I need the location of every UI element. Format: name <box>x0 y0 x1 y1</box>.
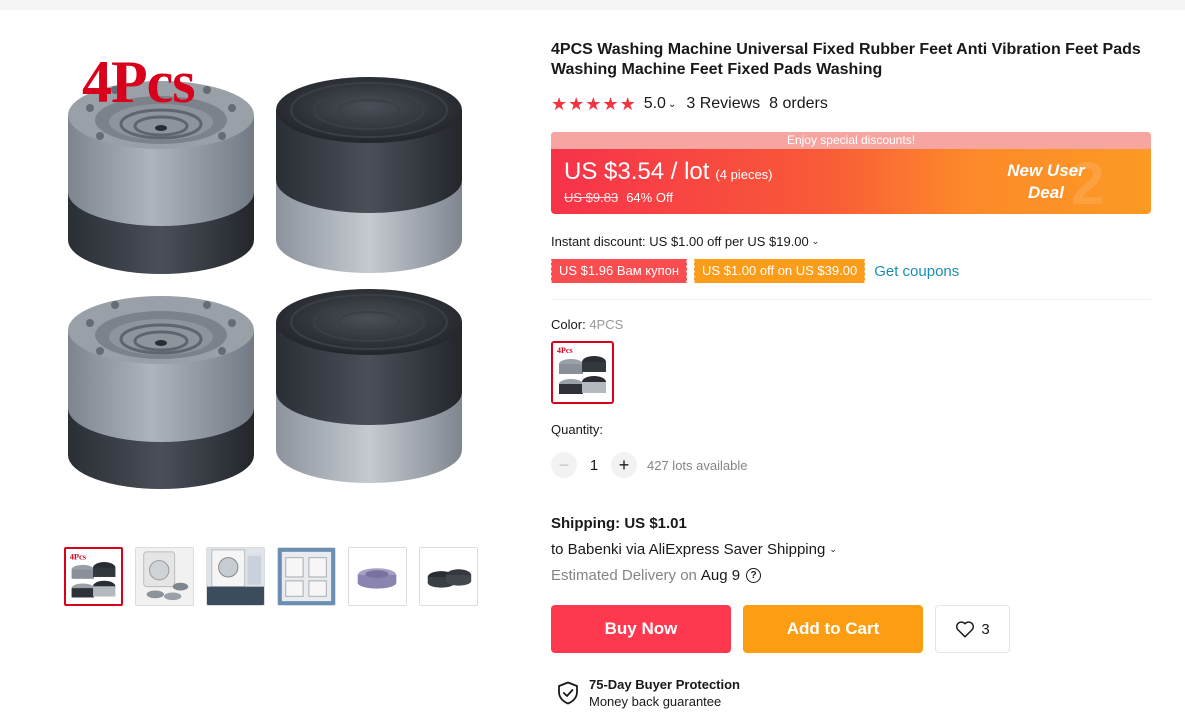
coupon-orange[interactable]: US $1.00 off on US $39.00 <box>693 259 866 283</box>
star-icon: ★ <box>551 94 568 114</box>
product-info: 4PCS Washing Machine Universal Fixed Rub… <box>549 40 1151 710</box>
coupon-row: US $1.96 Вам купон US $1.00 off on US $3… <box>549 259 1151 283</box>
divider <box>551 299 1151 300</box>
star-icon: ★ <box>585 94 602 114</box>
rating-row: ★ ★ ★ ★ ★ 5.0 ⌄ 3 Reviews 8 orders <box>551 92 1151 116</box>
purchase-actions: Buy Now Add to Cart 3 <box>551 605 1151 653</box>
rating-value[interactable]: 5.0 <box>644 95 666 113</box>
current-price: US $3.54 / lot (4 pieces) <box>564 158 773 186</box>
quantity-label: Quantity: <box>551 422 604 437</box>
lots-available: 427 lots available <box>647 457 748 473</box>
chevron-down-icon[interactable]: ⌄ <box>668 99 676 110</box>
color-swatch-4pcs[interactable]: 4Pcs <box>551 341 614 404</box>
shipping-destination[interactable]: to Babenki via AliExpress Saver Shipping… <box>551 541 1151 558</box>
original-price: US $9.83 <box>564 190 619 205</box>
shield-check-icon <box>558 681 578 705</box>
chevron-down-icon[interactable]: ⌄ <box>829 544 837 555</box>
wishlist-button[interactable]: 3 <box>935 605 1010 653</box>
thumbnail-2[interactable] <box>135 547 194 606</box>
new-user-deal-badge: New User Deal <box>991 160 1101 204</box>
svg-text:4Pcs: 4Pcs <box>70 552 87 561</box>
thumbnail-3[interactable] <box>206 547 265 606</box>
help-icon[interactable]: ? <box>746 568 762 583</box>
delivery-date: Aug 9 <box>700 567 741 584</box>
brand-overlay-text: 4Pcs <box>82 49 196 115</box>
discount-percent: 64% Off <box>626 190 673 205</box>
main-product-image[interactable]: 4Pcs <box>60 40 480 500</box>
price-amount: US $3.54 / lot <box>564 158 710 185</box>
orders-count: 8 orders <box>769 95 828 112</box>
protection-subtitle: Money back guarantee <box>589 694 722 709</box>
star-icon: ★ <box>568 94 585 114</box>
get-coupons-link[interactable]: Get coupons <box>874 263 959 280</box>
estimated-delivery: Estimated Delivery on Aug 9 ? <box>551 567 1151 584</box>
protection-title: 75-Day Buyer Protection <box>589 677 740 692</box>
wishlist-count: 3 <box>981 620 990 638</box>
thumbnail-4[interactable] <box>277 547 336 606</box>
promo-strip: Enjoy special discounts! <box>551 132 1151 149</box>
top-bar <box>0 0 1185 10</box>
reviews-link[interactable]: 3 Reviews <box>686 95 760 113</box>
deal-line-2: Deal <box>1028 183 1064 202</box>
quantity-increase-button[interactable]: + <box>611 452 637 478</box>
price-discount-row: US $9.83 64% Off <box>564 190 673 205</box>
foot-dark-top-2 <box>276 289 462 483</box>
chevron-down-icon[interactable]: ⌄ <box>812 236 820 247</box>
svg-text:4Pcs: 4Pcs <box>557 346 573 355</box>
deal-line-1: New User <box>1007 161 1085 180</box>
foot-gray-top-2 <box>68 296 254 489</box>
star-icon: ★ <box>602 94 619 114</box>
coupon-red[interactable]: US $1.96 Вам купон <box>549 259 688 283</box>
thumbnail-5[interactable] <box>348 547 407 606</box>
add-to-cart-button[interactable]: Add to Cart <box>743 605 923 653</box>
quantity-value[interactable]: 1 <box>577 457 611 474</box>
color-label-text: Color: <box>551 317 586 332</box>
price-banner: Enjoy special discounts! US $3.54 / lot … <box>551 132 1151 214</box>
thumbnail-strip: 4Pcs <box>64 547 478 606</box>
quantity-stepper: − 1 + 427 lots available <box>551 451 1151 479</box>
star-rating: ★ ★ ★ ★ ★ <box>551 95 636 113</box>
thumbnail-6[interactable] <box>419 547 478 606</box>
buy-now-button[interactable]: Buy Now <box>551 605 731 653</box>
buyer-protection[interactable]: 75-Day Buyer Protection Money back guara… <box>557 676 1151 710</box>
product-title: 4PCS Washing Machine Universal Fixed Rub… <box>551 41 1141 78</box>
heart-icon <box>956 621 975 638</box>
shipping-cost: Shipping: US $1.01 <box>551 515 687 532</box>
instant-discount-text: Instant discount: US $1.00 off per US $1… <box>551 234 809 249</box>
delivery-prefix: Estimated Delivery on <box>551 567 697 584</box>
shipping-destination-text: to Babenki via AliExpress Saver Shipping <box>551 541 826 558</box>
foot-dark-top-1 <box>276 77 462 273</box>
star-icon: ★ <box>619 94 636 114</box>
quantity-decrease-button[interactable]: − <box>551 452 577 478</box>
thumbnail-1[interactable]: 4Pcs <box>64 547 123 606</box>
color-value: 4PCS <box>589 317 624 332</box>
color-label: Color: 4PCS <box>551 317 1151 332</box>
protection-text: 75-Day Buyer Protection Money back guara… <box>589 676 740 710</box>
price-pieces: (4 pieces) <box>715 167 773 182</box>
instant-discount[interactable]: Instant discount: US $1.00 off per US $1… <box>551 234 1151 249</box>
